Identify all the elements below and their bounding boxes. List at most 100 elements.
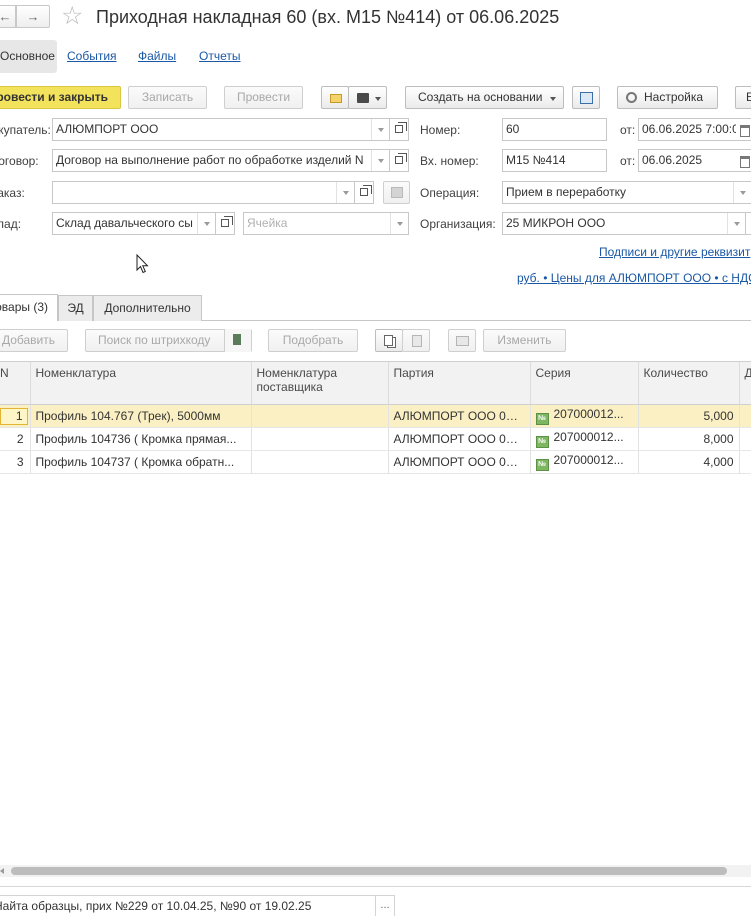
prices-link[interactable]: руб. • Цены для АЛЮМПОРТ ООО • с НДС [517,271,751,285]
signatures-link[interactable]: Подписи и другие реквизит [599,245,750,259]
open-icon [221,216,233,227]
operation-field[interactable]: Прием в переработку [502,181,751,204]
item-cell[interactable]: Профиль 104.767 (Трек), 5000мм [30,404,252,428]
warehouse-field[interactable]: Склад давальческого сы [52,212,216,235]
copy-row-button[interactable] [375,329,403,352]
comment-field[interactable]: Найта образцы, прих №229 от 10.04.25, №9… [0,895,376,916]
date-field[interactable]: 06.06.2025 7:00:0 [638,118,751,141]
settings-button[interactable]: Настройка [617,86,718,109]
chevron-down-icon[interactable] [390,213,408,234]
buyer-open-button[interactable] [389,118,409,141]
column-header-batch[interactable]: Партия [388,362,531,405]
supplier-item-cell[interactable] [251,450,389,474]
chevron-down-icon[interactable] [727,213,745,234]
quantity-cell[interactable]: 5,000 [638,404,740,428]
quantity-cell[interactable]: 4,000 [638,450,740,474]
column-header-series[interactable]: Серия [530,362,639,405]
order-field[interactable] [52,181,355,204]
comment-select-button[interactable]: ... [376,895,395,916]
d-cell[interactable] [739,427,751,451]
edit-list-button[interactable] [448,329,476,352]
create-based-on-button[interactable]: Создать на основании [405,86,564,109]
scrollbar-thumb[interactable] [11,867,727,875]
in-date-field[interactable]: 06.06.2025 [638,149,751,172]
section-events-link[interactable]: События [67,49,117,63]
series-cell[interactable]: № 207000012... [530,427,639,451]
supplier-item-cell[interactable] [251,404,389,428]
change-button[interactable]: Изменить [483,329,566,352]
chevron-down-icon[interactable] [197,213,215,234]
table-row[interactable]: 2 Профиль 104736 ( Кромка прямая... АЛЮМ… [0,427,751,451]
save-button[interactable]: Записать [128,86,207,109]
warehouse-label: Склад: [0,217,22,231]
barcode-search-button[interactable]: Поиск по штрихкоду [85,329,252,352]
horizontal-scrollbar[interactable] [0,865,751,877]
calendar-icon[interactable] [736,150,750,171]
column-header-supplier-item[interactable]: Номенклатура поставщика [251,362,389,405]
order-fill-button[interactable] [383,181,410,204]
tab-additional[interactable]: Дополнительно [93,295,202,321]
paste-row-button[interactable] [402,329,430,352]
in-number-field[interactable]: М15 №414 [502,149,607,172]
calendar-icon[interactable] [736,119,750,140]
column-header-quantity[interactable]: Количество [638,362,740,405]
warehouse-open-button[interactable] [215,212,235,235]
structure-button[interactable] [572,86,600,109]
section-reports-link[interactable]: Отчеты [199,49,240,63]
org-value: 25 МИКРОН ООО [506,216,606,230]
chevron-down-icon[interactable] [371,119,389,140]
list-icon [456,336,469,346]
column-header-d[interactable]: Д [739,362,751,405]
chevron-down-icon [550,97,556,101]
tab-ed[interactable]: ЭД [58,295,93,321]
section-files-link[interactable]: Файлы [138,49,176,63]
envelope-icon [330,94,342,103]
table-row[interactable]: 3 Профиль 104737 ( Кромка обратн... АЛЮМ… [0,450,751,474]
d-cell[interactable] [739,404,751,428]
post-button[interactable]: Провести [224,86,303,109]
batch-cell[interactable]: АЛЮМПОРТ ООО 06.... [388,427,531,451]
table-row[interactable]: 1 Профиль 104.767 (Трек), 5000мм АЛЮМПОР… [0,404,751,428]
contract-open-button[interactable] [389,149,409,172]
chevron-down-icon[interactable] [371,150,389,171]
contract-field[interactable]: Договор на выполнение работ по обработке… [52,149,390,172]
batch-cell[interactable]: АЛЮМПОРТ ООО 06.... [388,404,531,428]
favorite-star-icon[interactable]: ☆ [61,2,83,30]
quantity-cell[interactable]: 8,000 [638,427,740,451]
add-row-button[interactable]: Добавить [0,329,68,352]
more-button[interactable]: Е [735,86,751,109]
row-number-cell[interactable]: 2 [0,427,31,451]
section-main[interactable]: Основное [0,40,57,73]
item-cell[interactable]: Профиль 104736 ( Кромка прямая... [30,427,252,451]
series-icon: № [535,412,549,425]
column-header-item[interactable]: Номенклатура [30,362,252,405]
send-email-button[interactable] [321,86,349,109]
org-open-button[interactable] [745,212,751,235]
forward-button[interactable]: → [16,5,50,28]
row-number-cell[interactable]: 1 [0,404,31,428]
tab-goods[interactable]: Товары (3) [0,294,58,321]
buyer-field[interactable]: АЛЮМПОРТ ООО [52,118,390,141]
order-open-button[interactable] [354,181,374,204]
supplier-item-cell[interactable] [251,427,389,451]
pick-button[interactable]: Подобрать [268,329,358,352]
number-field[interactable]: 60 [502,118,607,141]
back-button[interactable]: ← [0,5,16,28]
cell-field[interactable]: Ячейка [243,212,409,235]
batch-cell[interactable]: АЛЮМПОРТ ООО 06.... [388,450,531,474]
chevron-down-icon[interactable] [733,182,751,203]
mouse-cursor-icon [136,254,149,274]
item-cell[interactable]: Профиль 104737 ( Кромка обратн... [30,450,252,474]
series-cell[interactable]: № 207000012... [530,450,639,474]
print-button[interactable] [348,86,387,109]
chevron-down-icon[interactable] [336,182,354,203]
series-cell[interactable]: № 207000012... [530,404,639,428]
column-header-n[interactable]: N [0,362,31,405]
org-field[interactable]: 25 МИКРОН ООО [502,212,746,235]
open-icon [395,153,407,164]
row-number-cell[interactable]: 3 [0,450,31,474]
post-and-close-button[interactable]: Провести и закрыть [0,86,121,109]
d-cell[interactable] [739,450,751,474]
scrollbar-left-arrow-icon[interactable] [0,868,4,874]
series-icon: № [535,435,549,448]
